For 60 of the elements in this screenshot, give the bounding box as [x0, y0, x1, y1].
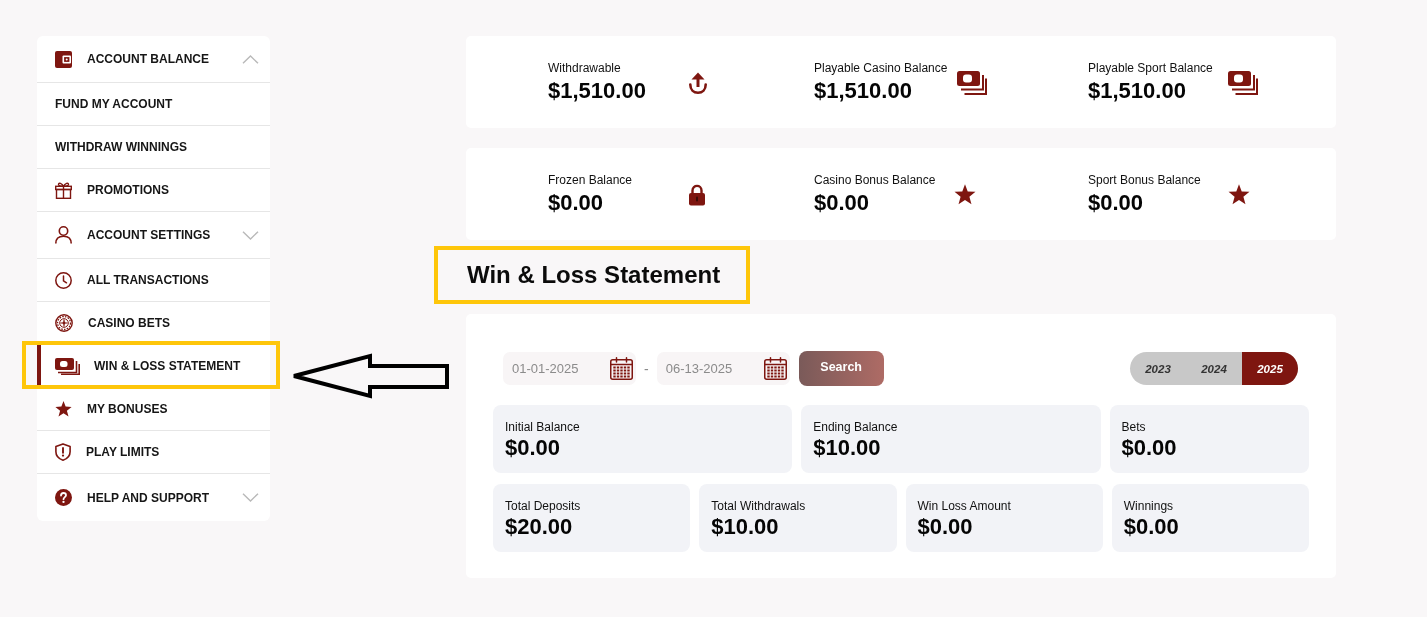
balance-label: Casino Bonus Balance — [814, 173, 937, 187]
section-title: Win & Loss Statement — [467, 261, 721, 289]
stat-label: Win Loss Amount — [917, 498, 1012, 514]
stat-label: Winnings — [1123, 498, 1175, 514]
stat-value: $0.00 — [505, 435, 562, 461]
stat-value: $10.00 — [813, 435, 882, 461]
sidebar-item[interactable]: ALL TRANSACTIONS — [37, 259, 270, 302]
stat-value: $0.00 — [1123, 514, 1180, 540]
stat-label: Total Withdrawals — [711, 498, 807, 514]
balance-label: Withdrawable — [548, 61, 622, 75]
sidebar-item[interactable]: WITHDRAW WINNINGS — [37, 126, 270, 169]
wallet-icon — [55, 50, 72, 68]
year-tab[interactable]: 2025 — [1242, 352, 1298, 385]
sidebar-item[interactable]: ACCOUNT SETTINGS — [37, 212, 270, 259]
stat-label: Ending Balance — [813, 419, 899, 435]
shield-exclamation-icon — [55, 443, 71, 461]
balance-label: Sport Bonus Balance — [1088, 173, 1202, 187]
calendar-icon — [610, 357, 633, 380]
stat-label: Total Deposits — [505, 498, 582, 514]
sidebar-item[interactable]: CASINO BETS — [37, 302, 270, 345]
balance-amount: $0.00 — [1088, 190, 1145, 216]
sidebar-item[interactable]: ACCOUNT BALANCE — [37, 36, 270, 83]
gift-icon — [55, 181, 72, 199]
star-icon — [55, 401, 72, 417]
balance-amount: $1,510.00 — [548, 78, 647, 104]
person-icon — [55, 226, 72, 244]
star-icon — [1228, 184, 1250, 205]
sidebar-item[interactable]: HELP AND SUPPORT — [37, 474, 270, 521]
banknotes-icon — [1228, 70, 1258, 95]
sidebar-item[interactable]: WIN & LOSS STATEMENT — [37, 345, 270, 388]
question-icon — [55, 489, 72, 506]
stat-label: Initial Balance — [505, 419, 581, 435]
search-button[interactable]: Search — [798, 351, 884, 386]
stat-value: $0.00 — [917, 514, 974, 540]
roulette-icon — [55, 314, 73, 332]
balance-label: Playable Casino Balance — [814, 61, 948, 75]
balance-amount: $1,510.00 — [814, 78, 913, 104]
banknotes-icon — [957, 70, 988, 95]
stat-value: $0.00 — [1121, 435, 1178, 461]
balance-amount: $0.00 — [814, 190, 871, 216]
clock-icon — [55, 271, 72, 289]
upload-icon — [688, 71, 708, 94]
calendar-icon — [763, 357, 787, 380]
balance-label: Playable Sport Balance — [1088, 61, 1214, 75]
lock-icon — [688, 183, 706, 206]
sidebar-item[interactable]: PLAY LIMITS — [37, 431, 270, 474]
banknotes-icon — [55, 357, 80, 375]
stat-value: $10.00 — [711, 514, 780, 540]
balance-label: Frozen Balance — [548, 173, 634, 187]
sidebar-item[interactable]: PROMOTIONS — [37, 169, 270, 212]
date-separator: - — [644, 360, 649, 377]
balance-amount: $1,510.00 — [1088, 78, 1187, 104]
sidebar-item[interactable]: MY BONUSES — [37, 388, 270, 431]
stat-value: $20.00 — [505, 514, 574, 540]
year-tab[interactable]: 2024 — [1186, 352, 1242, 385]
stat-label: Bets — [1121, 419, 1147, 435]
balance-amount: $0.00 — [548, 190, 605, 216]
sidebar-item[interactable]: FUND MY ACCOUNT — [37, 83, 270, 126]
year-tab[interactable]: 2023 — [1130, 352, 1186, 385]
star-icon — [954, 184, 976, 205]
